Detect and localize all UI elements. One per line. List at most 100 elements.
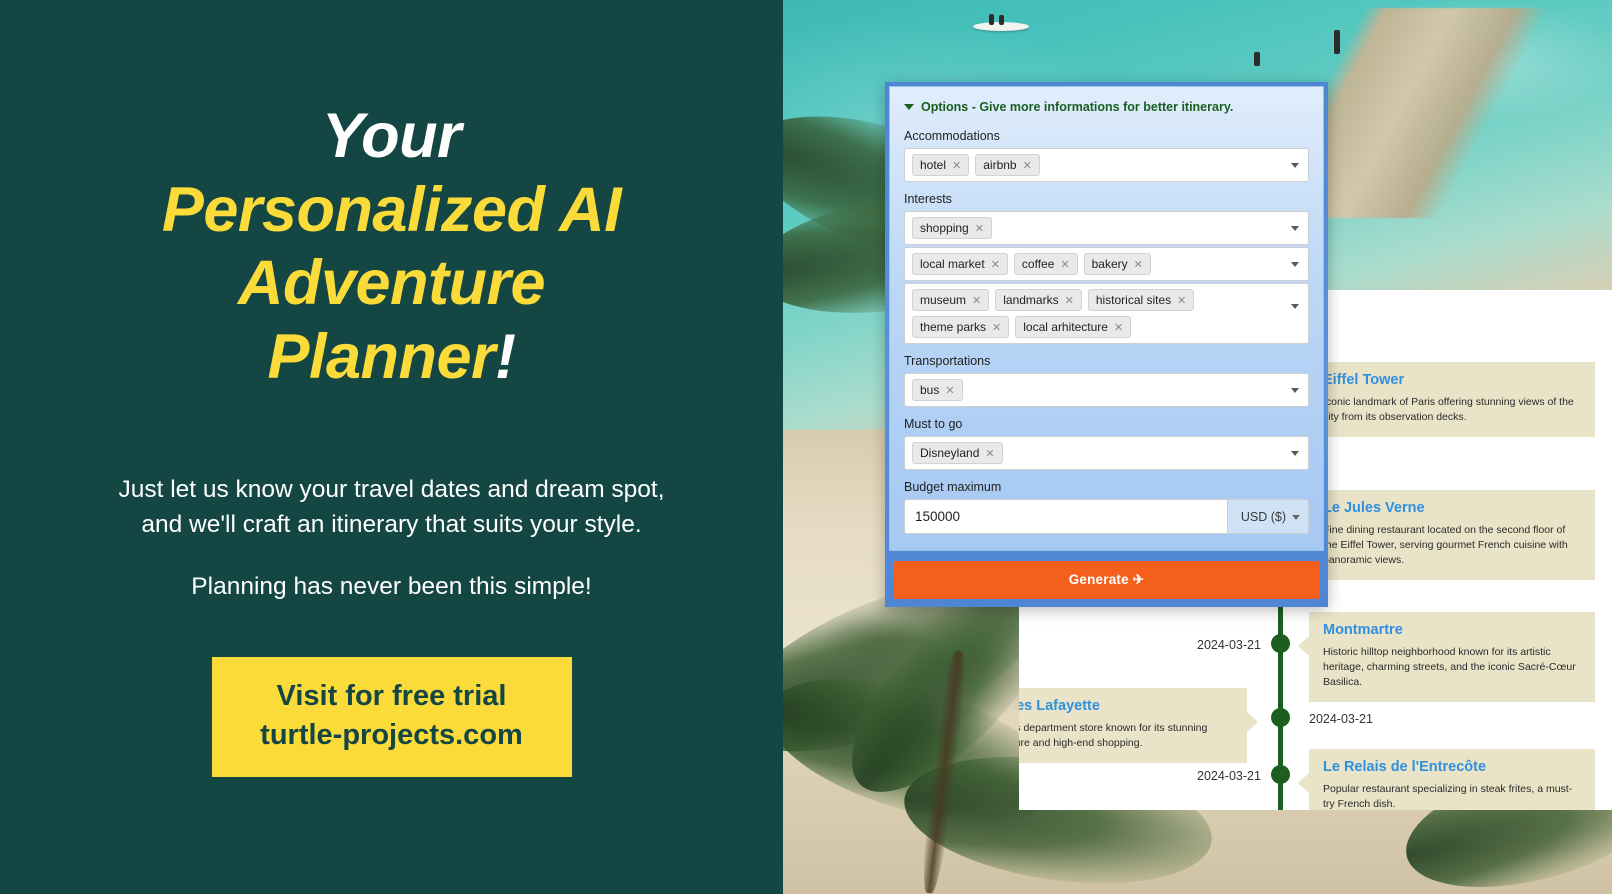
itinerary-card[interactable]: Montmartre Historic hilltop neighborhood… <box>1298 612 1595 702</box>
chip-remove-icon[interactable]: ✕ <box>985 447 994 460</box>
chip-label: bakery <box>1091 257 1128 271</box>
headline-exclamation: ! <box>495 322 516 393</box>
promo-subcopy: Just let us know your travel dates and d… <box>62 473 722 605</box>
subcopy-line-3: Planning has never been this simple! <box>191 573 592 601</box>
itinerary-card-description: Popular restaurant specializing in steak… <box>1323 783 1573 810</box>
promo-panel: Your Personalized AI Adventure Planner! … <box>0 0 783 894</box>
generate-label: Generate <box>1068 572 1129 587</box>
options-header[interactable]: Options - Give more informations for bet… <box>904 100 1309 114</box>
transportations-select[interactable]: bus ✕ <box>904 373 1309 407</box>
timeline-date: 2024-03-21 <box>1309 712 1373 726</box>
chip-coffee[interactable]: coffee ✕ <box>1013 253 1078 275</box>
headline-line-4: Planner <box>267 322 496 393</box>
card-pointer <box>1298 773 1309 793</box>
chip-remove-icon[interactable]: ✕ <box>991 258 1000 271</box>
chip-shopping[interactable]: shopping ✕ <box>912 217 992 239</box>
itinerary-card[interactable]: Galeries Lafayette Luxurious department … <box>1019 688 1258 763</box>
options-form-panel: Options - Give more informations for bet… <box>885 82 1328 607</box>
itinerary-card-title: Le Relais de l'Entrecôte <box>1323 759 1487 775</box>
kayaker-silhouette <box>999 15 1004 25</box>
itinerary-card[interactable]: Le Relais de l'Entrecôte Popular restaur… <box>1298 749 1595 810</box>
chip-remove-icon[interactable]: ✕ <box>975 222 984 235</box>
headline-line-3: Adventure <box>237 248 546 319</box>
chip-theme-parks[interactable]: theme parks ✕ <box>912 316 1010 338</box>
field-label-accommodations: Accommodations <box>904 129 1000 143</box>
timeline-node <box>1271 708 1290 727</box>
chevron-down-icon[interactable] <box>1291 163 1299 168</box>
subcopy-line-1: Just let us know your travel dates and d… <box>118 475 665 503</box>
subcopy-spacer <box>62 542 722 570</box>
chip-disneyland[interactable]: Disneyland ✕ <box>912 442 1003 464</box>
itinerary-card[interactable]: Le Jules Verne Fine dining restaurant lo… <box>1298 490 1595 580</box>
chip-remove-icon[interactable]: ✕ <box>992 321 1001 334</box>
chip-historical-sites[interactable]: historical sites ✕ <box>1087 289 1195 311</box>
chip-local-arhitecture[interactable]: local arhitecture ✕ <box>1015 316 1132 338</box>
chip-remove-icon[interactable]: ✕ <box>945 384 954 397</box>
chevron-down-icon[interactable] <box>1291 226 1299 231</box>
itinerary-card-title: Le Jules Verne <box>1323 500 1425 516</box>
generate-button[interactable]: Generate ✈ <box>893 561 1320 599</box>
must-to-go-select[interactable]: Disneyland ✕ <box>904 436 1309 470</box>
chip-label: local market <box>920 257 985 271</box>
chevron-down-icon[interactable] <box>1291 388 1299 393</box>
itinerary-card[interactable]: Eiffel Tower Iconic landmark of Paris of… <box>1298 362 1595 437</box>
itinerary-card-description: Luxurious department store known for its… <box>1019 722 1208 749</box>
chip-bakery[interactable]: bakery ✕ <box>1083 253 1151 275</box>
chip-remove-icon[interactable]: ✕ <box>1065 294 1074 307</box>
field-group-transportations: Transportations bus ✕ <box>904 354 1309 407</box>
chip-remove-icon[interactable]: ✕ <box>952 159 961 172</box>
options-form-inner: Options - Give more informations for bet… <box>889 86 1324 551</box>
chip-label: coffee <box>1021 257 1055 271</box>
accommodations-select[interactable]: hotel ✕ airbnb ✕ <box>904 148 1309 182</box>
field-group-accommodations: Accommodations hotel ✕ airbnb ✕ <box>904 129 1309 182</box>
chip-label: airbnb <box>983 158 1017 172</box>
chip-landmarks[interactable]: landmarks ✕ <box>995 289 1082 311</box>
chip-remove-icon[interactable]: ✕ <box>1134 258 1143 271</box>
currency-select[interactable]: USD ($) <box>1226 500 1308 533</box>
visit-free-trial-button[interactable]: Visit for free trial turtle-projects.com <box>211 657 572 777</box>
currency-value: USD ($) <box>1240 509 1286 524</box>
budget-row: USD ($) <box>904 499 1309 534</box>
kayaker-silhouette <box>989 14 994 25</box>
headline-line-1: Your <box>321 101 462 171</box>
field-label-must-to-go: Must to go <box>904 417 963 431</box>
field-group-budget: Budget maximum USD ($) <box>904 480 1309 534</box>
field-group-interests: Interests shopping ✕ local market ✕ coff… <box>904 192 1309 344</box>
itinerary-card-description: Fine dining restaurant located on the se… <box>1323 524 1568 566</box>
person-wading-silhouette <box>1254 52 1260 66</box>
chip-remove-icon[interactable]: ✕ <box>972 294 981 307</box>
chip-remove-icon[interactable]: ✕ <box>1177 294 1186 307</box>
chevron-down-icon[interactable] <box>1291 451 1299 456</box>
options-header-title: Options - Give more informations for bet… <box>921 100 1234 114</box>
chip-remove-icon[interactable]: ✕ <box>1060 258 1069 271</box>
timeline-node <box>1271 634 1290 653</box>
chip-local-market[interactable]: local market ✕ <box>912 253 1008 275</box>
chevron-down-icon[interactable] <box>1291 304 1299 309</box>
interests-select-2[interactable]: local market ✕ coffee ✕ bakery ✕ <box>904 247 1309 281</box>
field-label-transportations: Transportations <box>904 354 991 368</box>
chip-bus[interactable]: bus ✕ <box>912 379 963 401</box>
chip-label: landmarks <box>1003 293 1059 307</box>
chip-remove-icon[interactable]: ✕ <box>1023 159 1032 172</box>
field-label-budget: Budget maximum <box>904 480 1002 494</box>
page-title: Your Personalized AI Adventure Planner! <box>72 100 712 395</box>
chevron-down-icon[interactable] <box>1292 514 1300 520</box>
chip-label: hotel <box>920 158 947 172</box>
chip-remove-icon[interactable]: ✕ <box>1114 321 1123 334</box>
chip-museum[interactable]: museum ✕ <box>912 289 990 311</box>
chip-label: local arhitecture <box>1023 320 1108 334</box>
chip-label: shopping <box>920 221 969 235</box>
interests-select-1[interactable]: shopping ✕ <box>904 211 1309 245</box>
chevron-down-icon[interactable] <box>1291 262 1299 267</box>
field-group-must-to-go: Must to go Disneyland ✕ <box>904 417 1309 470</box>
chip-label: bus <box>920 383 940 397</box>
interests-select-3[interactable]: museum ✕ landmarks ✕ historical sites ✕ … <box>904 283 1309 344</box>
caret-down-icon[interactable] <box>904 104 914 110</box>
budget-maximum-input[interactable] <box>905 500 1227 533</box>
chip-label: historical sites <box>1095 293 1172 307</box>
airplane-icon: ✈ <box>1132 572 1145 587</box>
chip-airbnb[interactable]: airbnb ✕ <box>975 154 1040 176</box>
chip-hotel[interactable]: hotel ✕ <box>912 154 970 176</box>
itinerary-card-description: Iconic landmark of Paris offering stunni… <box>1323 396 1574 423</box>
chip-label: museum <box>920 293 967 307</box>
